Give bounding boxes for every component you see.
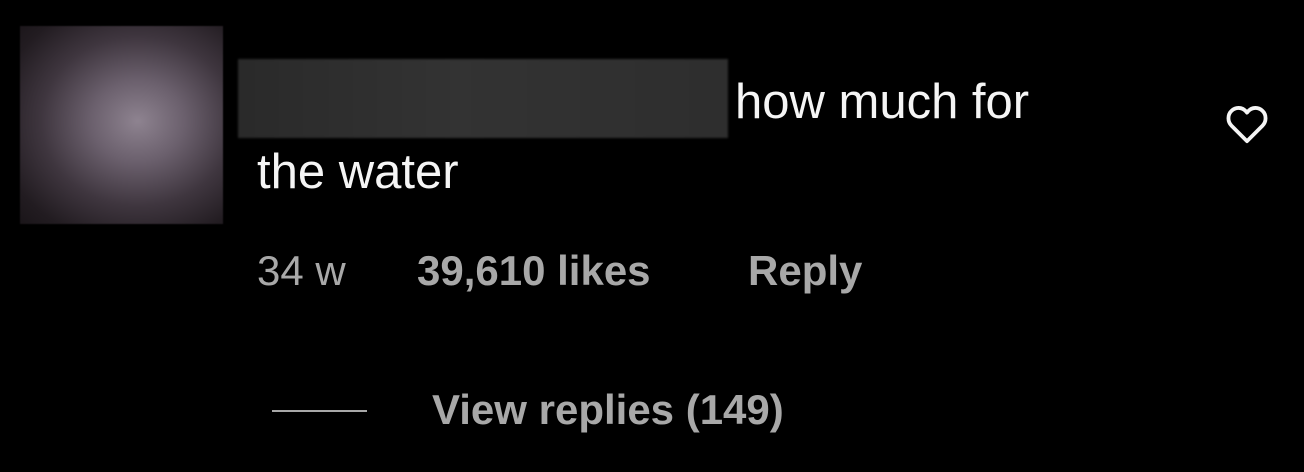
reply-button[interactable]: Reply	[748, 246, 862, 296]
comment-timestamp: 34 w	[257, 247, 346, 294]
comment-text-line-2: the water	[257, 145, 459, 199]
view-replies-button[interactable]: View replies (149)	[432, 385, 784, 435]
comment-item: how much for the water 34 w 39,610 likes…	[0, 0, 1304, 472]
avatar[interactable]	[20, 26, 223, 224]
redacted-username[interactable]	[238, 59, 728, 138]
comment-text-line-1: how much for	[735, 75, 1030, 129]
likes-count-link[interactable]: 39,610 likes	[417, 246, 651, 296]
replies-divider-line	[272, 410, 367, 412]
heart-outline-icon[interactable]	[1222, 100, 1272, 148]
